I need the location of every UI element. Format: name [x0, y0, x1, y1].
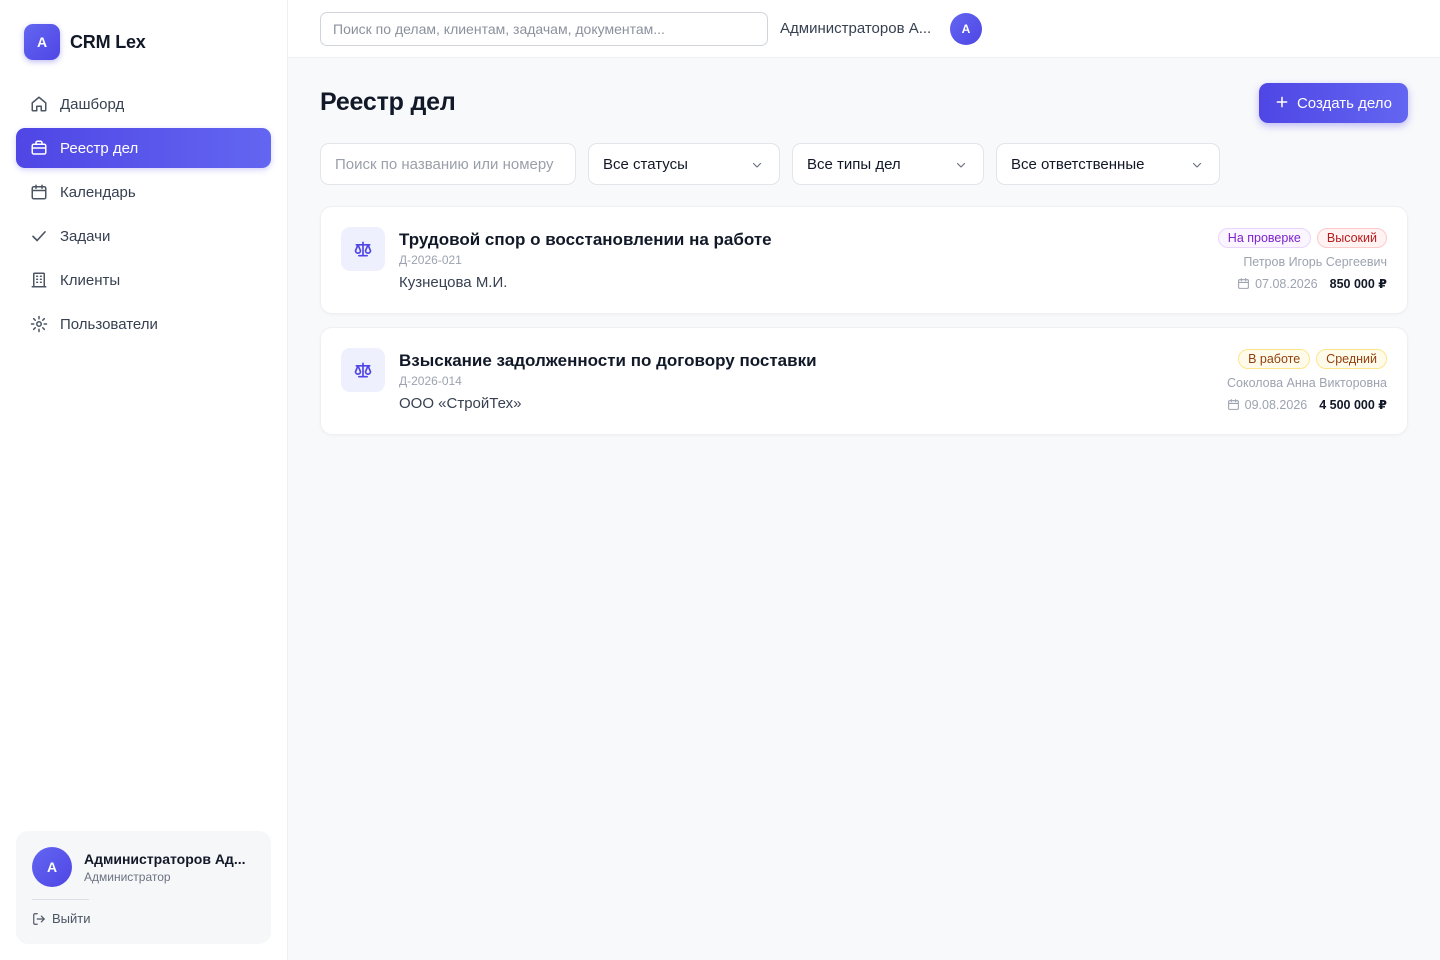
- case-amount: 850 000 ₽: [1329, 277, 1387, 291]
- sidebar-item-cases[interactable]: Реестр дел: [16, 128, 271, 168]
- brand-logo: A: [24, 24, 60, 60]
- case-card[interactable]: Взыскание задолженности по договору пост…: [320, 327, 1408, 435]
- case-badges: На проверке Высокий: [1217, 228, 1387, 248]
- case-badges: В работе Средний: [1238, 349, 1387, 369]
- building-icon: [30, 271, 48, 289]
- status-badge: В работе: [1238, 349, 1311, 369]
- type-filter-select[interactable]: Все типы дел: [792, 143, 984, 185]
- brand-name: CRM Lex: [70, 31, 146, 52]
- logout-label: Выйти: [52, 911, 91, 926]
- logout-icon: [32, 912, 46, 926]
- priority-badge: Высокий: [1316, 228, 1387, 248]
- case-responsible: Соколова Анна Викторовна: [1226, 376, 1387, 390]
- briefcase-icon: [30, 139, 48, 157]
- chevron-down-icon: [1191, 159, 1203, 171]
- plus-icon: [1275, 94, 1289, 112]
- avatar[interactable]: A: [950, 13, 982, 45]
- responsible-filter-select[interactable]: Все ответственные: [996, 143, 1220, 185]
- chevron-down-icon: [751, 159, 763, 171]
- case-meta: 09.08.2026 4 500 000 ₽: [1227, 397, 1387, 412]
- case-amount: 4 500 000 ₽: [1319, 398, 1387, 412]
- sidebar-item-calendar[interactable]: Календарь: [16, 172, 271, 212]
- calendar-icon: [1237, 277, 1250, 290]
- case-search-input[interactable]: [321, 144, 575, 184]
- sidebar-item-dashboard[interactable]: Дашборд: [16, 84, 271, 124]
- sidebar-item-label: Задачи: [60, 227, 111, 245]
- sidebar-item-label: Календарь: [60, 183, 136, 201]
- status-badge: На проверке: [1217, 228, 1311, 248]
- global-search-input[interactable]: [320, 12, 768, 46]
- case-meta: 07.08.2026 850 000 ₽: [1237, 276, 1387, 291]
- scales-icon: [341, 227, 385, 271]
- case-title: Взыскание задолженности по договору пост…: [399, 351, 817, 370]
- case-date: 09.08.2026: [1244, 397, 1308, 412]
- case-title: Трудовой спор о восстановлении на работе: [399, 230, 772, 249]
- priority-badge: Средний: [1316, 349, 1387, 369]
- type-filter-value: Все типы дел: [807, 155, 901, 173]
- scales-icon: [341, 348, 385, 392]
- responsible-filter-value: Все ответственные: [1011, 155, 1145, 173]
- topbar: Администраторов А... A: [288, 0, 1440, 58]
- status-filter-value: Все статусы: [603, 155, 688, 173]
- brand[interactable]: A CRM Lex: [24, 24, 146, 60]
- case-number: Д-2026-014: [399, 374, 462, 388]
- sidebar: A CRM Lex Дашборд Реестр дел Календарь З…: [0, 0, 288, 960]
- case-client: ООО «СтройТех»: [399, 395, 522, 412]
- case-card[interactable]: Трудовой спор о восстановлении на работе…: [320, 206, 1408, 314]
- calendar-icon: [1227, 398, 1240, 411]
- user-card: A Администраторов Ад... Администратор Вы…: [16, 831, 271, 944]
- case-client: Кузнецова М.И.: [399, 274, 508, 291]
- sidebar-item-label: Клиенты: [60, 271, 121, 289]
- topbar-user-name: Администраторов А...: [780, 20, 932, 37]
- logout-button[interactable]: Выйти: [32, 911, 91, 926]
- sidebar-item-users[interactable]: Пользователи: [16, 304, 271, 344]
- page-title: Реестр дел: [320, 88, 456, 116]
- user-role: Администратор: [84, 870, 171, 884]
- sidebar-item-label: Реестр дел: [60, 139, 139, 157]
- avatar[interactable]: A: [32, 847, 72, 887]
- case-number: Д-2026-021: [399, 253, 462, 267]
- sidebar-item-clients[interactable]: Клиенты: [16, 260, 271, 300]
- case-responsible: Петров Игорь Сергеевич: [1243, 255, 1387, 269]
- home-icon: [30, 95, 48, 113]
- check-icon: [30, 227, 48, 245]
- chevron-down-icon: [955, 159, 967, 171]
- user-name: Администраторов Ад...: [84, 851, 246, 867]
- users-gear-icon: [30, 315, 48, 333]
- case-date: 07.08.2026: [1255, 276, 1318, 291]
- sidebar-nav: Дашборд Реестр дел Календарь Задачи Клие…: [16, 84, 271, 348]
- calendar-icon: [30, 183, 48, 201]
- create-case-label: Создать дело: [1296, 94, 1393, 112]
- status-filter-select[interactable]: Все статусы: [588, 143, 780, 185]
- divider: [32, 899, 89, 900]
- sidebar-item-label: Дашборд: [60, 95, 125, 113]
- create-case-button[interactable]: Создать дело: [1259, 83, 1408, 123]
- sidebar-item-label: Пользователи: [60, 315, 158, 333]
- case-search-field: [320, 143, 576, 185]
- sidebar-item-tasks[interactable]: Задачи: [16, 216, 271, 256]
